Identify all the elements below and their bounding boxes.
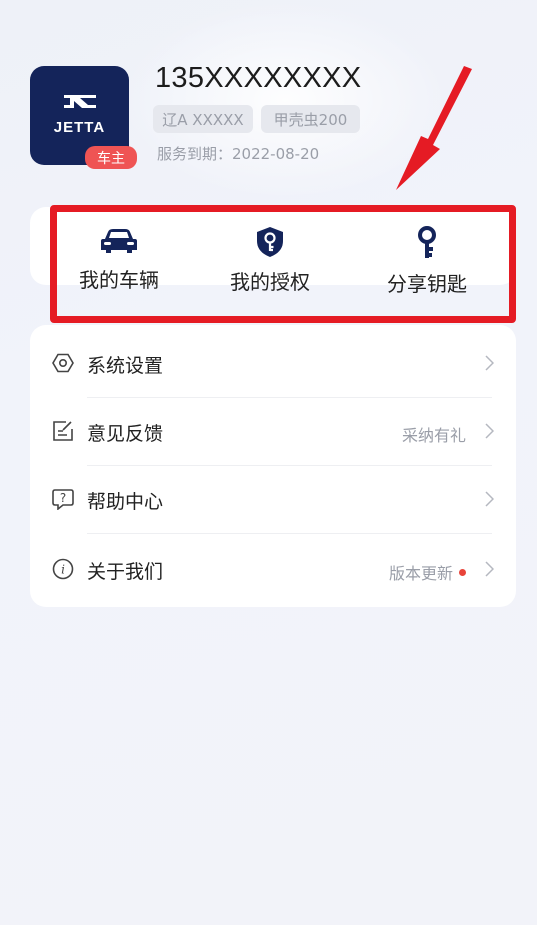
feedback-reward-text: 采纳有礼 — [401, 426, 466, 445]
annotation-highlight-box — [50, 205, 516, 323]
info-icon: i — [52, 558, 74, 580]
menu-item-about-us[interactable]: i 关于我们 版本更新 — [30, 535, 516, 603]
jetta-logo-icon — [63, 95, 96, 108]
menu-item-system-settings[interactable]: 系统设置 — [30, 329, 516, 397]
version-update-text: 版本更新 — [388, 564, 453, 583]
chevron-right-icon — [485, 355, 494, 371]
owner-badge: 车主 — [85, 146, 137, 169]
model-tag: 甲壳虫200 — [261, 105, 360, 133]
help-icon: ? — [52, 489, 74, 510]
menu-item-help-center[interactable]: ? 帮助中心 — [30, 465, 516, 533]
menu-label: 关于我们 — [87, 561, 164, 583]
chevron-right-icon — [485, 561, 494, 577]
svg-text:?: ? — [60, 491, 66, 505]
update-dot-icon — [459, 569, 466, 576]
feedback-icon — [53, 421, 73, 441]
menu-label: 系统设置 — [87, 355, 164, 377]
settings-icon — [52, 353, 74, 373]
user-phone: 135XXXXXXXX — [155, 62, 362, 94]
chevron-right-icon — [485, 491, 494, 507]
divider — [87, 533, 492, 534]
service-expire: 服务到期：2022-08-20 — [157, 145, 320, 163]
svg-text:i: i — [61, 563, 65, 577]
logo-text: JETTA — [53, 119, 106, 136]
version-update-indicator: 版本更新 — [389, 560, 466, 584]
menu-item-feedback[interactable]: 意见反馈 采纳有礼 — [30, 397, 516, 465]
chevron-right-icon — [485, 423, 494, 439]
settings-menu: 系统设置 意见反馈 采纳有礼 ? 帮助中心 i 关于我们 版本更新 — [30, 325, 516, 607]
menu-label: 帮助中心 — [87, 491, 164, 513]
plate-tag: 辽A XXXXX — [153, 105, 253, 133]
annotation-arrow-icon — [396, 66, 472, 190]
menu-label: 意见反馈 — [87, 423, 164, 445]
